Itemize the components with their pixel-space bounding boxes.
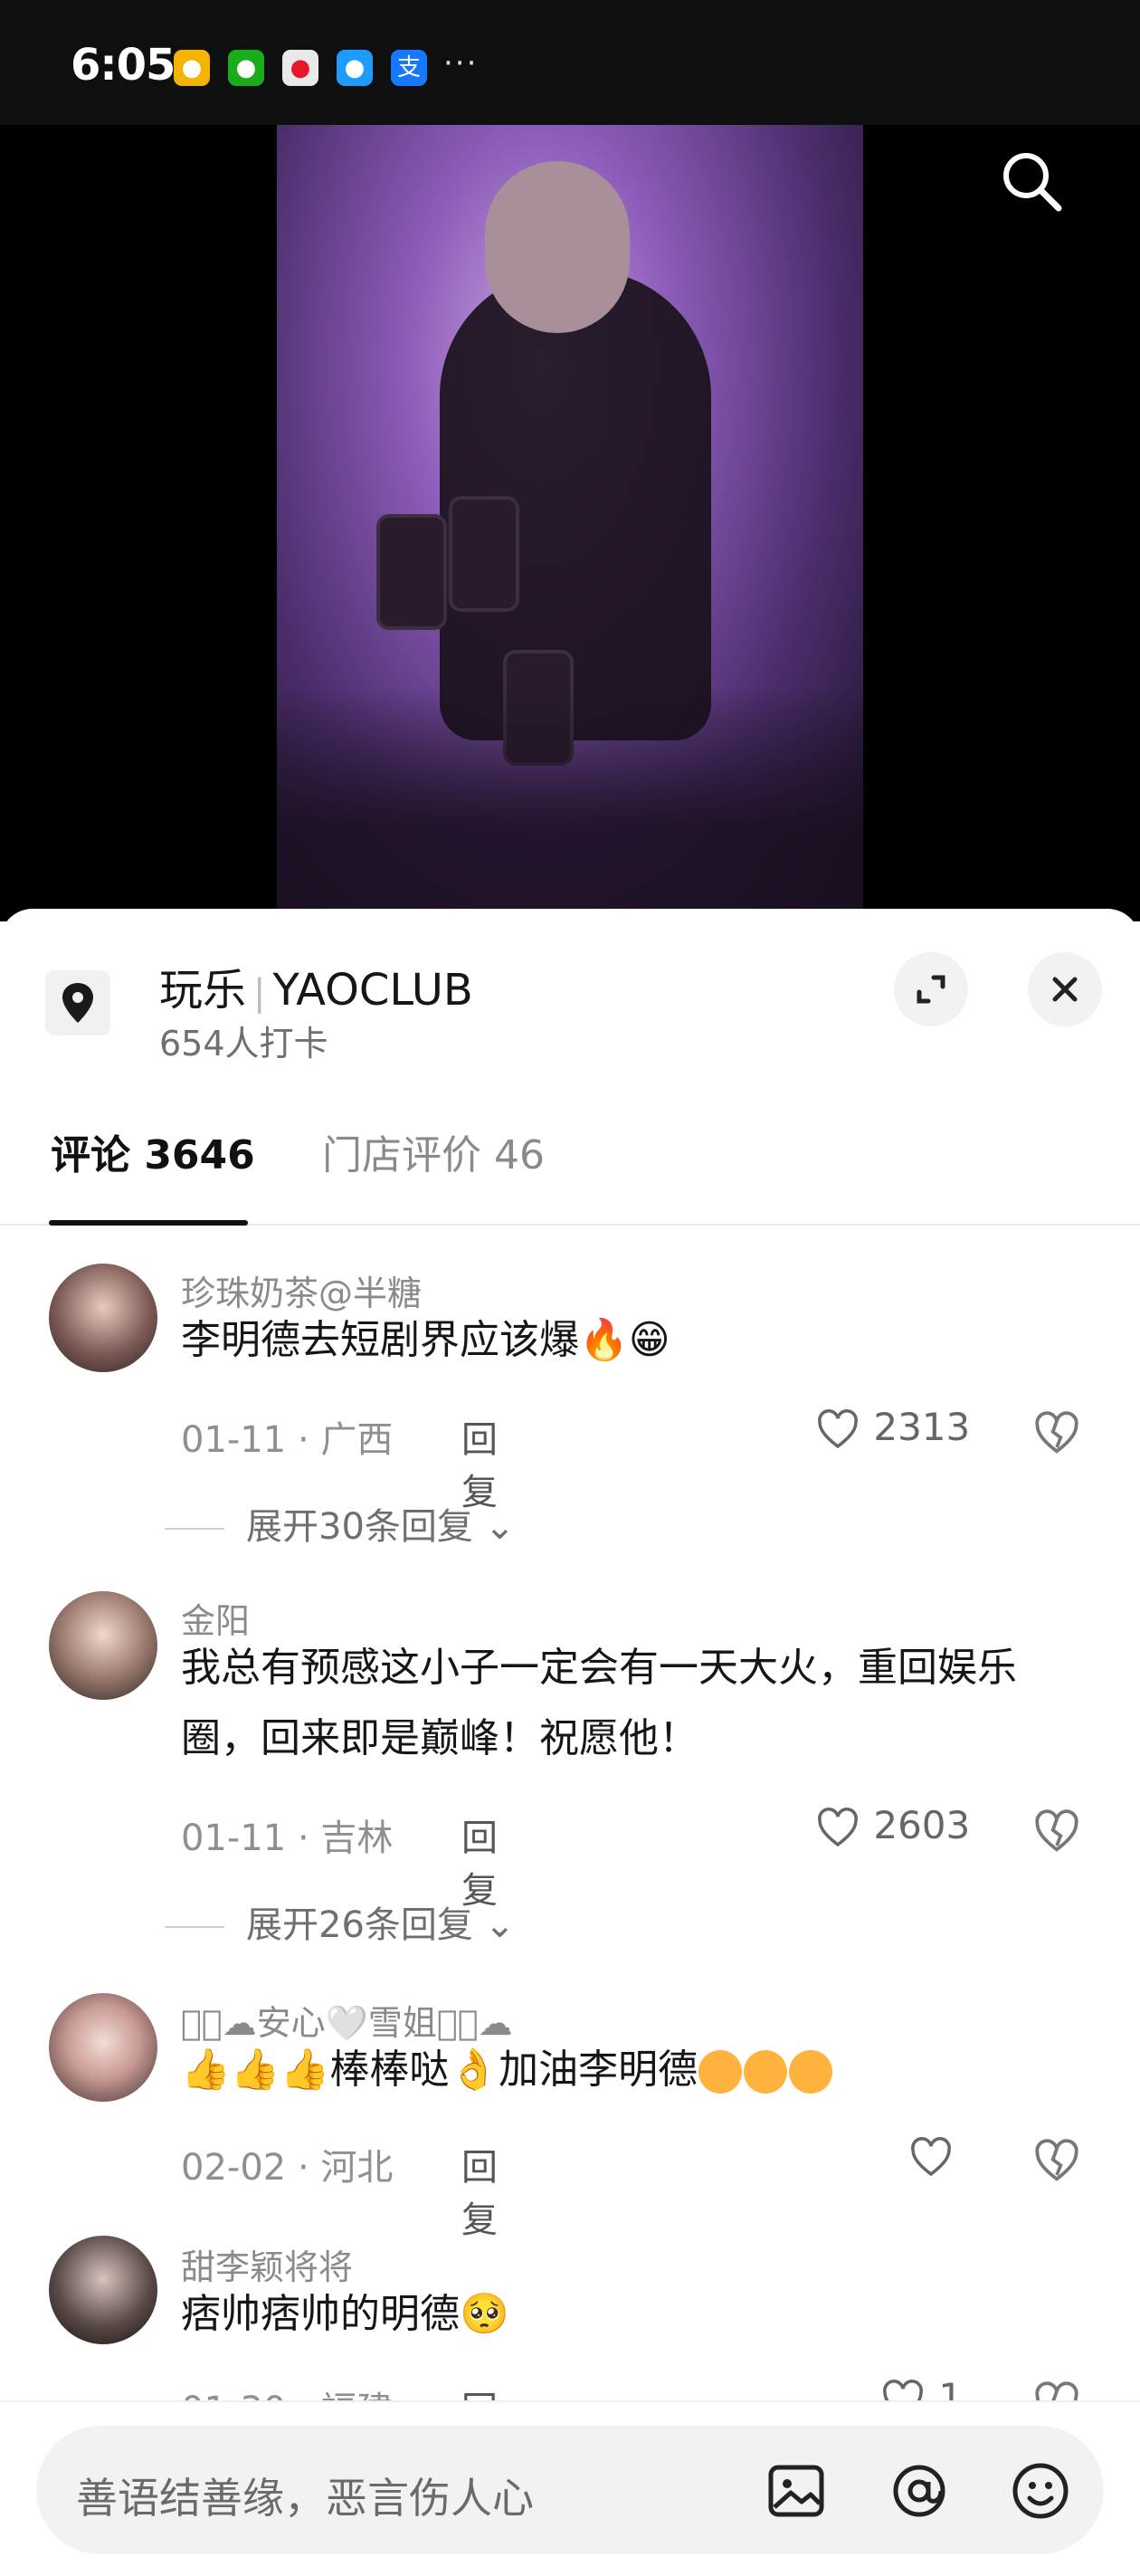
weibo-app-icon: ● [174, 50, 210, 86]
avatar[interactable] [49, 1264, 157, 1372]
like-count: 2603 [873, 1803, 971, 1847]
expand-replies-label: 展开26条回复 [246, 1904, 473, 1946]
comment-input-placeholder: 善语结善缘，恶言伤人心 [76, 2474, 534, 2523]
ok-hand-emoji-icon: 👌 [449, 2046, 499, 2093]
comment-date: 01-11 [181, 1818, 287, 1859]
comment-text: 👍👍👍棒棒哒👌加油李明德 [181, 2035, 1095, 2105]
close-button[interactable] [1028, 952, 1102, 1026]
comment-date: 02-02 [181, 2147, 287, 2189]
more-notifications-icon: ··· [443, 45, 479, 81]
video-person-head [485, 161, 630, 333]
comment-input-bar: 善语结善缘，恶言伤人心 [0, 2400, 1140, 2576]
comment-region: 河北 [320, 2147, 394, 2189]
comment-region: 吉林 [320, 1818, 394, 1859]
like-button[interactable]: 2603 [814, 1803, 970, 1852]
pleading-emoji-icon: 🥺 [460, 2291, 509, 2337]
dislike-button[interactable] [1031, 2136, 1082, 2187]
like-button[interactable]: 2313 [814, 1405, 970, 1454]
dislike-button[interactable] [1031, 1408, 1082, 1459]
close-icon [1052, 977, 1078, 1002]
heart-icon [818, 1408, 858, 1448]
video-player[interactable] [0, 125, 1140, 921]
chevron-down-icon: ⌄ [472, 1506, 516, 1548]
video-phone [449, 496, 519, 612]
comment-text-part-b: 加油李明德 [499, 2046, 698, 2093]
reply-button[interactable]: 回复 [461, 2138, 498, 2243]
location-title[interactable]: 玩乐 | YAOCLUB [159, 954, 473, 1017]
tab-bar: 评论 3646 门店评价 46 [0, 1104, 1140, 1226]
divider-line [165, 1528, 224, 1530]
heart-icon [818, 1807, 858, 1846]
location-category: 玩乐 [159, 965, 247, 1016]
emoji-icon[interactable] [1004, 2455, 1077, 2527]
comment-meta: 01-11 · 吉林 回复 [181, 1808, 498, 1912]
title-separator: | [253, 972, 266, 1014]
comment-meta: 02-02 · 河北 回复 [181, 2138, 498, 2241]
comment-region: 广西 [320, 1419, 394, 1461]
cheer-emoji-icon [744, 2050, 788, 2094]
search-icon[interactable] [995, 145, 1068, 217]
tab-store-reviews[interactable]: 门店评价 46 [322, 1122, 545, 1180]
chevron-down-icon: ⌄ [472, 1904, 516, 1946]
active-tab-indicator [49, 1220, 248, 1226]
status-bar: 6:05 ● ● ● ● 支 ··· [0, 0, 1140, 125]
like-count: 2313 [873, 1405, 971, 1449]
expand-replies-button[interactable]: 展开30条回复 ⌄ [165, 1497, 515, 1550]
heart-icon [911, 2136, 951, 2176]
image-picker-icon[interactable] [760, 2455, 832, 2527]
comment-meta: 01-11 · 广西 回复 [181, 1410, 498, 1513]
cheer-emoji-icon [789, 2050, 833, 2094]
location-name: YAOCLUB [272, 965, 473, 1016]
comment-text: 李明德去短剧界应该爆🔥😁 [181, 1305, 1095, 1376]
checkin-count: 654人打卡 [159, 1024, 328, 1064]
expand-button[interactable] [894, 952, 968, 1026]
divider-line [165, 1926, 224, 1928]
comment-input[interactable]: 善语结善缘，恶言伤人心 [36, 2426, 1104, 2554]
comments-sheet: 玩乐 | YAOCLUB 654人打卡 评论 3646 门店评价 46 珍珠奶茶@半… [0, 909, 1140, 2574]
expand-replies-label: 展开30条回复 [246, 1506, 473, 1548]
location-pin-icon [45, 970, 110, 1035]
wechat-app-icon: ● [228, 50, 264, 86]
avatar[interactable] [49, 2236, 157, 2344]
video-frame[interactable] [277, 125, 863, 921]
dislike-button[interactable] [1031, 1807, 1082, 1857]
comment-date: 01-11 [181, 1419, 287, 1461]
comment-text: 我总有预感这小子一定会有一天大火，重回娱乐圈，回来即是巅峰！祝愿他！ [181, 1645, 1017, 1761]
weibo-app-icon-2: ● [282, 50, 318, 86]
thumbs-up-emoji-icon: 👍👍👍 [181, 2046, 330, 2093]
mention-icon[interactable] [883, 2455, 955, 2527]
comment-text-part-a: 棒棒哒 [329, 2046, 450, 2093]
expand-replies-button[interactable]: 展开26条回复 ⌄ [165, 1895, 515, 1948]
status-time: 6:05 [71, 40, 176, 91]
message-app-icon: ● [337, 50, 373, 86]
grin-emoji-icon: 😁 [628, 1317, 670, 1363]
avatar[interactable] [49, 1993, 157, 2102]
comment-text-content: 痞帅痞帅的明德 [181, 2291, 460, 2337]
video-crowd [277, 686, 863, 921]
fire-emoji-icon: 🔥 [579, 1317, 629, 1363]
comment-text-content: 李明德去短剧界应该爆 [181, 1317, 579, 1363]
avatar[interactable] [49, 1591, 157, 1700]
alipay-app-icon: 支 [391, 50, 427, 86]
like-button[interactable] [907, 2132, 955, 2181]
expand-icon [917, 975, 945, 1004]
tab-comments[interactable]: 评论 3646 [51, 1122, 255, 1180]
video-phone [376, 514, 447, 630]
cheer-emoji-icon [698, 2050, 743, 2094]
comment-text: 痞帅痞帅的明德🥺 [181, 2279, 1095, 2350]
